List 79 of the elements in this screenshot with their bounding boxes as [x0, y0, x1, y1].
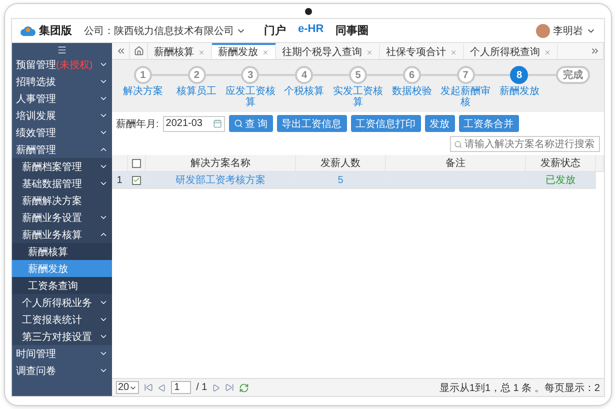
- sidebar-item[interactable]: 薪酬核算: [12, 243, 112, 260]
- column-header: 发薪状态: [526, 155, 596, 171]
- action-button[interactable]: 工资信息打印: [350, 115, 421, 132]
- page-field[interactable]: 1: [171, 381, 192, 394]
- user-menu[interactable]: 李明岩: [536, 24, 596, 38]
- row-number: 1: [112, 172, 128, 188]
- search-button[interactable]: 查 询: [228, 115, 273, 132]
- table-cell: 5: [296, 172, 386, 188]
- step-marker: 4: [295, 66, 314, 84]
- double-chevron-right-icon[interactable]: [590, 46, 600, 56]
- step-marker: 3: [241, 66, 260, 84]
- month-field[interactable]: 2021-03: [162, 116, 225, 132]
- close-icon[interactable]: [198, 48, 205, 56]
- table-cell: 已发放: [526, 172, 596, 188]
- company-selector[interactable]: 公司：陕西锐力信息技术有限公司: [84, 24, 246, 38]
- page-total: / 1: [196, 382, 208, 393]
- page-size-select[interactable]: 20: [116, 381, 140, 394]
- step-label: 数据校验: [392, 86, 432, 97]
- finish-step-marker: 完成: [556, 66, 590, 84]
- close-icon[interactable]: [366, 48, 373, 56]
- sidebar-item[interactable]: 基础数据管理: [12, 175, 112, 192]
- next-page-icon[interactable]: [212, 384, 220, 392]
- sidebar-item[interactable]: 薪酬业务核算: [12, 226, 112, 243]
- previous-page-icon[interactable]: [158, 384, 166, 392]
- camera-icon: [305, 8, 312, 15]
- step-label: 个税核算: [284, 86, 324, 97]
- step-marker: 2: [188, 66, 206, 84]
- step-marker: 1: [134, 66, 152, 84]
- last-page-icon[interactable]: [225, 383, 234, 392]
- step-label: 实发工资核算: [332, 86, 384, 108]
- step-marker: 7: [456, 66, 475, 84]
- step-label: 薪酬发放: [499, 86, 540, 97]
- close-icon[interactable]: [450, 48, 457, 56]
- sidebar-item[interactable]: 个人所得税业务: [12, 294, 112, 311]
- step-marker: 6: [402, 66, 421, 84]
- month-label: 薪酬年月:: [116, 118, 159, 130]
- nav-link[interactable]: 门户: [264, 23, 286, 38]
- calendar-icon[interactable]: [212, 119, 222, 128]
- step-label: 应发工资核算: [224, 86, 276, 108]
- column-header: 备注: [386, 155, 526, 171]
- action-button[interactable]: 导出工资信息: [276, 115, 347, 132]
- column-header: 发薪人数: [296, 155, 386, 171]
- nav-link[interactable]: e-HR: [298, 23, 324, 38]
- page-info: 显示从1到1，总 1 条 。每页显示：2: [439, 382, 600, 394]
- logo-text: 集团版: [39, 24, 72, 38]
- action-button[interactable]: 工资条合并: [458, 115, 519, 132]
- search-icon: [234, 119, 243, 128]
- step-label: 发起薪酬审核: [440, 86, 492, 108]
- close-icon[interactable]: [262, 48, 269, 56]
- menu-icon[interactable]: [57, 44, 67, 54]
- search-icon: [454, 140, 462, 148]
- step-label: 解决方案: [122, 86, 163, 97]
- checkbox[interactable]: [132, 176, 141, 184]
- tab[interactable]: 往期个税导入查询: [276, 43, 380, 59]
- avatar-icon: [536, 24, 550, 38]
- table-row[interactable]: 1 研发部工资考核方案 5 已发放: [112, 172, 596, 189]
- cloud-logo-icon: [20, 24, 36, 36]
- nav-link[interactable]: 同事圈: [336, 23, 369, 38]
- double-chevron-left-icon[interactable]: [116, 46, 126, 56]
- step-label: 核算员工: [176, 86, 217, 97]
- tab[interactable]: 薪酬发放: [212, 43, 276, 59]
- checkbox[interactable]: [132, 158, 141, 168]
- home-icon[interactable]: [134, 46, 144, 56]
- close-icon[interactable]: [544, 48, 551, 56]
- tab[interactable]: 个人所得税查询: [464, 43, 558, 59]
- sidebar-item[interactable]: 工资条查询: [12, 277, 112, 294]
- sidebar-item[interactable]: 工资报表统计: [12, 311, 112, 328]
- action-button[interactable]: 发放: [424, 115, 455, 132]
- sidebar-item[interactable]: 第三方对接设置: [12, 328, 112, 345]
- table-cell: 研发部工资考核方案: [146, 172, 296, 188]
- sidebar-item[interactable]: 薪酬解决方案: [12, 192, 112, 209]
- tab[interactable]: 社保专项合计: [380, 43, 464, 59]
- sidebar-item[interactable]: 薪酬业务设置: [12, 209, 112, 226]
- column-header: 解决方案名称: [146, 155, 296, 171]
- refresh-icon[interactable]: [239, 382, 250, 392]
- step-marker: 8: [510, 66, 528, 84]
- sidebar-item[interactable]: 薪酬档案管理: [12, 158, 112, 175]
- step-marker: 5: [349, 66, 367, 84]
- first-page-icon[interactable]: [144, 383, 154, 392]
